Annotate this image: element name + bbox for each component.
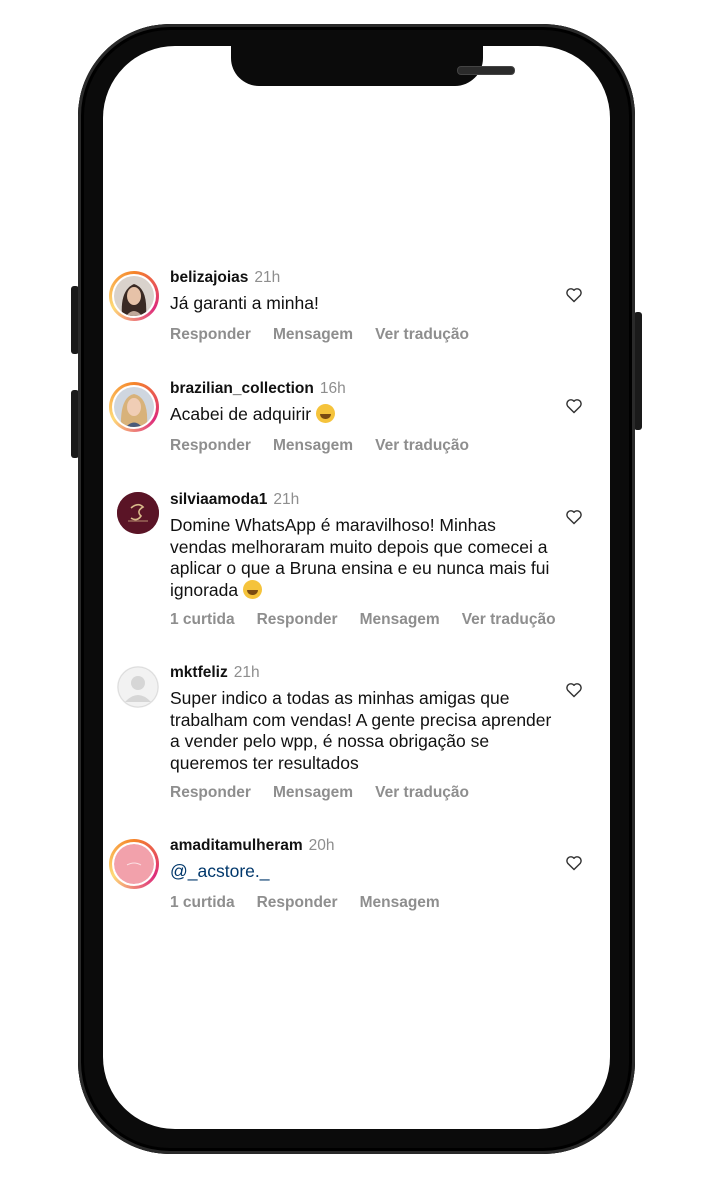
star-struck-face-emoji bbox=[316, 404, 336, 423]
speaker-grille bbox=[457, 66, 515, 75]
reply-button[interactable]: Responder bbox=[257, 611, 338, 628]
avatar[interactable] bbox=[109, 271, 159, 321]
comment-header: brazilian_collection 16h bbox=[170, 380, 346, 398]
heart-outline-icon[interactable] bbox=[565, 398, 583, 414]
comment-actions: 1 curtida Responder Mensagem Ver tradução bbox=[170, 611, 578, 629]
timestamp: 20h bbox=[308, 837, 335, 854]
translate-button[interactable]: Ver tradução bbox=[462, 611, 556, 628]
default-user-icon bbox=[117, 666, 159, 708]
timestamp: 21h bbox=[254, 269, 281, 286]
translate-button[interactable]: Ver tradução bbox=[375, 326, 469, 343]
comment-header: mktfeliz 21h bbox=[170, 664, 260, 682]
comment-text: Acabei de adquirir bbox=[170, 404, 560, 426]
phone-screen: belizajoias 21h Já garanti a minha! Respo… bbox=[103, 46, 610, 1129]
comment-header: amaditamulheram 20h bbox=[170, 837, 335, 855]
avatar[interactable] bbox=[109, 382, 159, 432]
comment-actions: Responder Mensagem Ver tradução bbox=[170, 784, 491, 802]
timestamp: 21h bbox=[273, 491, 300, 508]
reply-button[interactable]: Responder bbox=[257, 894, 338, 911]
heart-outline-icon[interactable] bbox=[565, 682, 583, 698]
username[interactable]: brazilian_collection bbox=[170, 380, 314, 397]
mention-link[interactable]: @_acstore._ bbox=[170, 861, 560, 883]
translate-button[interactable]: Ver tradução bbox=[375, 437, 469, 454]
photo-woman-dark-hair-icon bbox=[114, 276, 154, 316]
heart-outline-icon[interactable] bbox=[565, 509, 583, 525]
comment-actions: 1 curtida Responder Mensagem bbox=[170, 894, 462, 912]
avatar[interactable] bbox=[117, 492, 159, 534]
comment-text: Super indico a todas as minhas amigas qu… bbox=[170, 688, 552, 773]
message-button[interactable]: Mensagem bbox=[273, 437, 353, 454]
heart-outline-icon[interactable] bbox=[565, 855, 583, 871]
notch bbox=[231, 46, 515, 86]
comment-text-body: Domine WhatsApp é maravilhoso! Minhas ve… bbox=[170, 515, 550, 600]
photo-woman-blonde-hair-icon bbox=[114, 387, 154, 427]
likes-count[interactable]: 1 curtida bbox=[170, 611, 235, 628]
timestamp: 16h bbox=[319, 380, 346, 397]
username[interactable]: amaditamulheram bbox=[170, 837, 303, 854]
power-button bbox=[634, 312, 642, 430]
username[interactable]: silviaamoda1 bbox=[170, 491, 267, 508]
message-button[interactable]: Mensagem bbox=[360, 611, 440, 628]
avatar[interactable] bbox=[109, 839, 159, 889]
brand-logo-maroon-icon bbox=[117, 492, 159, 534]
reply-button[interactable]: Responder bbox=[170, 437, 251, 454]
comment-header: belizajoias 21h bbox=[170, 269, 280, 287]
message-button[interactable]: Mensagem bbox=[360, 894, 440, 911]
comment-header: silviaamoda1 21h bbox=[170, 491, 299, 509]
laughing-tears-face-emoji bbox=[243, 579, 263, 599]
username[interactable]: belizajoias bbox=[170, 269, 248, 286]
translate-button[interactable]: Ver tradução bbox=[375, 784, 469, 801]
username[interactable]: mktfeliz bbox=[170, 664, 228, 681]
timestamp: 21h bbox=[233, 664, 260, 681]
comment-actions: Responder Mensagem Ver tradução bbox=[170, 437, 491, 455]
likes-count[interactable]: 1 curtida bbox=[170, 894, 235, 911]
message-button[interactable]: Mensagem bbox=[273, 784, 353, 801]
reply-button[interactable]: Responder bbox=[170, 326, 251, 343]
comment-text: Já garanti a minha! bbox=[170, 293, 319, 313]
message-button[interactable]: Mensagem bbox=[273, 326, 353, 343]
reply-button[interactable]: Responder bbox=[170, 784, 251, 801]
comment-actions: Responder Mensagem Ver tradução bbox=[170, 326, 491, 344]
avatar[interactable] bbox=[117, 666, 159, 708]
heart-outline-icon[interactable] bbox=[565, 287, 583, 303]
pink-logo-icon bbox=[114, 844, 154, 884]
comment-text-body: Acabei de adquirir bbox=[170, 404, 312, 424]
comment-text: Domine WhatsApp é maravilhoso! Minhas ve… bbox=[170, 515, 555, 601]
